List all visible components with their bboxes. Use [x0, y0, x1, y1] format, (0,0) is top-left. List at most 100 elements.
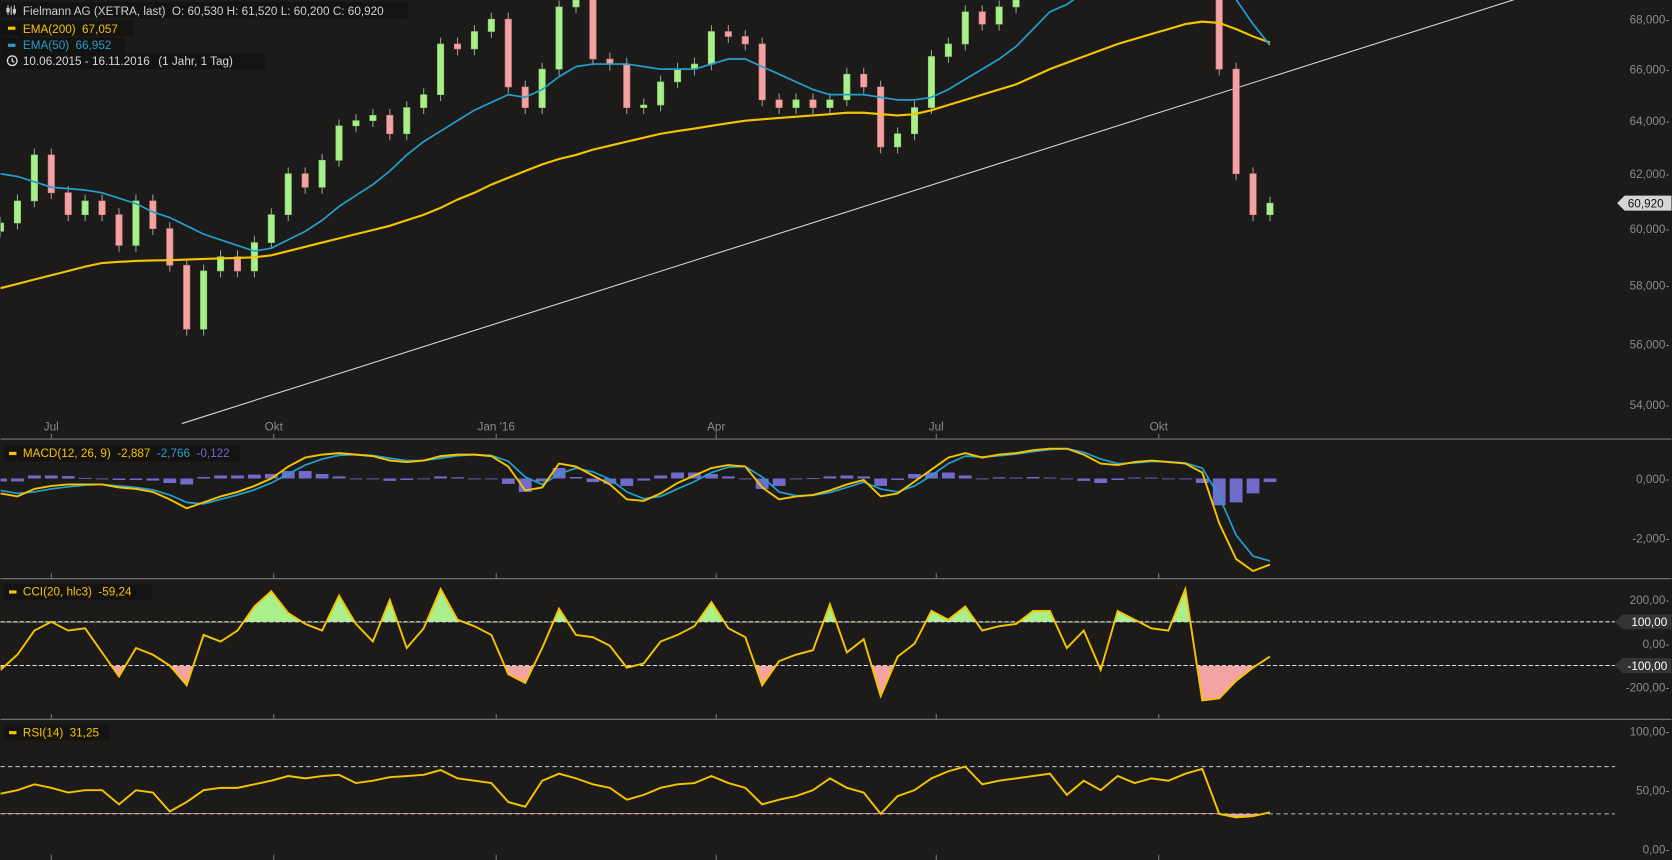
macd-legend: MACD(12, 26, 9) -2,887 -2,766 -0,122	[3, 445, 241, 462]
macd-histogram-bar	[1145, 477, 1158, 479]
candle-down	[1215, 0, 1223, 70]
candle-down	[64, 192, 72, 216]
macd-histogram-bar	[298, 471, 312, 479]
stock-chart[interactable]: Jul Okt Jan '16 Apr Jul Okt 68,000- 66,000- 64,0…	[0, 0, 1672, 860]
macd-histogram-bar	[1094, 478, 1108, 483]
candle-down	[758, 43, 766, 101]
x-tick-label: Jul	[44, 421, 59, 434]
y-tick-label: 0,00-	[1643, 638, 1670, 651]
ema50-value: 66,952	[76, 39, 112, 52]
ema50-label: EMA(50)	[23, 39, 69, 52]
candle-up	[555, 6, 563, 70]
last-price-label: 60,920	[1628, 197, 1664, 210]
macd-histogram-bar	[840, 475, 854, 479]
chart-background	[0, 0, 1672, 860]
candlestick-settings-icon[interactable]	[6, 5, 16, 15]
macd-hist-value: -0,122	[196, 447, 229, 460]
macd-histogram-bar	[163, 478, 177, 483]
y-tick-label: 0,000-	[1636, 473, 1669, 486]
macd-histogram-bar	[180, 478, 194, 485]
svg-text:RSI(14)31,25: RSI(14) 31,25	[23, 726, 100, 739]
candle-up	[1266, 202, 1274, 216]
candle-up	[284, 173, 292, 216]
y-tick-label: 60,000-	[1630, 223, 1670, 236]
macd-histogram-bar	[349, 478, 363, 480]
macd-histogram-bar	[671, 472, 684, 479]
macd-histogram-bar	[27, 475, 41, 479]
macd-histogram-bar	[315, 474, 329, 479]
y-tick-label: 200,00-	[1630, 594, 1670, 607]
candle-down	[978, 11, 986, 25]
candle-up	[894, 133, 902, 148]
macd-histogram-bar	[620, 478, 634, 486]
macd-histogram-bar	[1077, 478, 1091, 481]
candle-up	[911, 107, 919, 135]
macd-histogram-bar	[1229, 478, 1243, 503]
interval: (1 Jahr, 1 Tag)	[158, 55, 233, 68]
candle-down	[1249, 173, 1257, 216]
macd-histogram-bar	[11, 478, 24, 482]
candle-up	[318, 159, 326, 188]
candle-up	[470, 31, 478, 50]
macd-histogram-bar	[366, 478, 380, 480]
macd-histogram-bar	[1009, 477, 1023, 479]
y-tick-label: 100,00-	[1630, 725, 1670, 738]
macd-histogram-bar	[95, 478, 109, 480]
svg-text:EMA(200)67,057: EMA(200) 67,057	[23, 23, 118, 36]
candle-down	[589, 0, 597, 60]
candle-up	[674, 68, 682, 83]
candle-down	[504, 18, 512, 88]
macd-histogram-bar	[1026, 476, 1040, 479]
candle-up	[352, 120, 360, 127]
candle-up	[81, 200, 89, 216]
macd-histogram-bar	[78, 477, 92, 479]
candle-up	[13, 200, 21, 224]
macd-histogram-bar	[0, 478, 7, 482]
x-tick-label: Apr	[707, 421, 725, 434]
candle-down	[1232, 68, 1240, 175]
candle-up	[657, 81, 665, 106]
macd-histogram-bar	[451, 477, 464, 479]
y-tick-label: -2,000-	[1632, 532, 1669, 545]
macd-histogram-bar	[484, 478, 498, 480]
candle-down	[860, 73, 868, 88]
date-range: 10.06.2015 - 16.11.2016	[23, 55, 150, 68]
candle-up	[437, 43, 445, 95]
candle-up	[420, 94, 428, 108]
macd-histogram-bar	[1246, 478, 1260, 494]
cci-label: CCI(20, hlc3)	[23, 586, 92, 599]
candle-down	[115, 214, 123, 246]
macd-histogram-bar	[789, 478, 803, 480]
candle-up	[961, 11, 969, 45]
candle-up	[640, 104, 648, 108]
candle-down	[741, 36, 749, 45]
macd-histogram-bar	[332, 476, 346, 479]
candle-up	[927, 56, 935, 108]
svg-text:MACD(12, 26, 9)-2,887-2,766-0,: MACD(12, 26, 9) -2,887 -2,766 -0,122	[23, 447, 230, 460]
candle-down	[775, 99, 783, 108]
candle-up	[200, 270, 208, 330]
ohlc-values: O: 60,530 H: 61,520 L: 60,200 C: 60,920	[172, 5, 384, 18]
cci-value: -59,24	[98, 586, 132, 599]
candle-down	[724, 31, 732, 37]
cci-legend: CCI(20, hlc3) -59,24	[3, 583, 152, 600]
macd-histogram-bar	[146, 478, 160, 481]
candle-down	[301, 173, 309, 188]
y-tick-label: 0,00-	[1643, 844, 1670, 857]
y-tick-label: 64,000-	[1630, 115, 1670, 128]
macd-histogram-bar	[383, 478, 397, 481]
macd-histogram-bar	[400, 478, 414, 480]
candle-up	[369, 115, 377, 121]
x-tick-label: Jan '16	[477, 421, 514, 434]
svg-text:EMA(50)66,952: EMA(50) 66,952	[23, 39, 111, 52]
macd-histogram-bar	[721, 476, 735, 479]
candle-up	[267, 214, 275, 243]
candle-down	[149, 200, 157, 229]
candle-down	[183, 264, 191, 330]
macd-histogram-bar	[112, 478, 126, 480]
macd-histogram-bar	[958, 475, 972, 479]
candle-up	[403, 107, 411, 135]
y-tick-label: 56,000-	[1630, 338, 1670, 351]
x-tick-label: Jul	[929, 421, 944, 434]
candle-down	[386, 115, 394, 135]
